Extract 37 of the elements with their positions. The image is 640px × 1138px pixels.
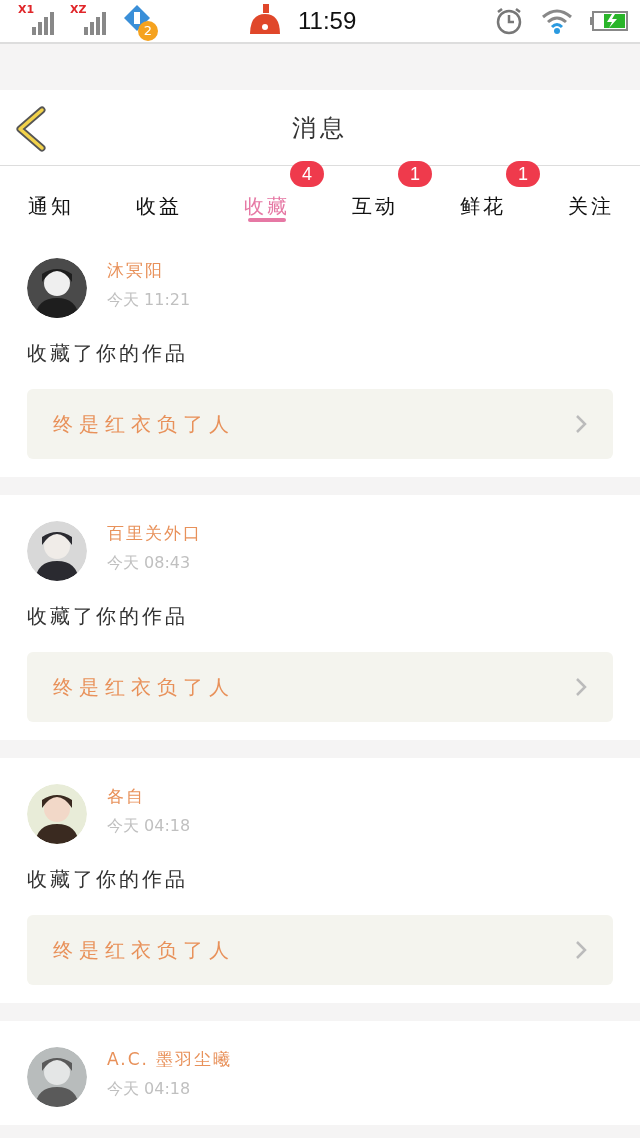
message-text: 收藏了你的作品 bbox=[27, 603, 189, 630]
work-link[interactable]: 终是红衣负了人 bbox=[27, 389, 613, 459]
work-link[interactable]: 终是红衣负了人 bbox=[27, 915, 613, 985]
tab[interactable]: 鲜花 bbox=[460, 166, 506, 232]
tab[interactable]: 收益 bbox=[136, 166, 182, 232]
notification-badge: 2 bbox=[138, 21, 158, 41]
sim-label: X1 bbox=[18, 4, 35, 15]
tab[interactable]: 关注 bbox=[568, 166, 614, 232]
alarm-icon bbox=[494, 6, 524, 36]
signal-icon bbox=[32, 11, 54, 35]
timestamp: 今天 11:21 bbox=[107, 289, 191, 311]
tab-underline bbox=[248, 218, 286, 222]
chevron-right-icon bbox=[575, 414, 587, 434]
count-badge: 1 bbox=[506, 161, 540, 187]
tab[interactable]: 通知 bbox=[28, 166, 74, 232]
chevron-right-icon bbox=[575, 677, 587, 697]
signal-icon bbox=[84, 11, 106, 35]
page-title: 消息 bbox=[292, 112, 348, 144]
chevron-right-icon bbox=[575, 940, 587, 960]
count-badge: 4 bbox=[290, 161, 324, 187]
timestamp: 今天 04:18 bbox=[107, 1078, 192, 1100]
tab[interactable]: 互动 bbox=[352, 166, 398, 232]
tab[interactable]: 收藏 bbox=[244, 166, 290, 232]
timestamp: 今天 04:18 bbox=[107, 815, 191, 837]
user-name[interactable]: 百里关外口 bbox=[107, 521, 202, 545]
user-name[interactable]: A.C. 墨羽尘曦 bbox=[107, 1047, 233, 1071]
timestamp: 今天 08:43 bbox=[107, 552, 192, 574]
count-badge: 1 bbox=[398, 161, 432, 187]
battery-icon bbox=[590, 10, 628, 32]
user-name[interactable]: 各自 bbox=[107, 784, 191, 808]
clock-time: 11:59 bbox=[298, 6, 357, 36]
wifi-icon bbox=[540, 7, 574, 35]
sim-label: XZ bbox=[70, 4, 87, 15]
message-text: 收藏了你的作品 bbox=[27, 340, 189, 367]
user-name[interactable]: 沐冥阳 bbox=[107, 258, 191, 282]
message-text: 收藏了你的作品 bbox=[27, 866, 189, 893]
work-link[interactable]: 终是红衣负了人 bbox=[27, 652, 613, 722]
